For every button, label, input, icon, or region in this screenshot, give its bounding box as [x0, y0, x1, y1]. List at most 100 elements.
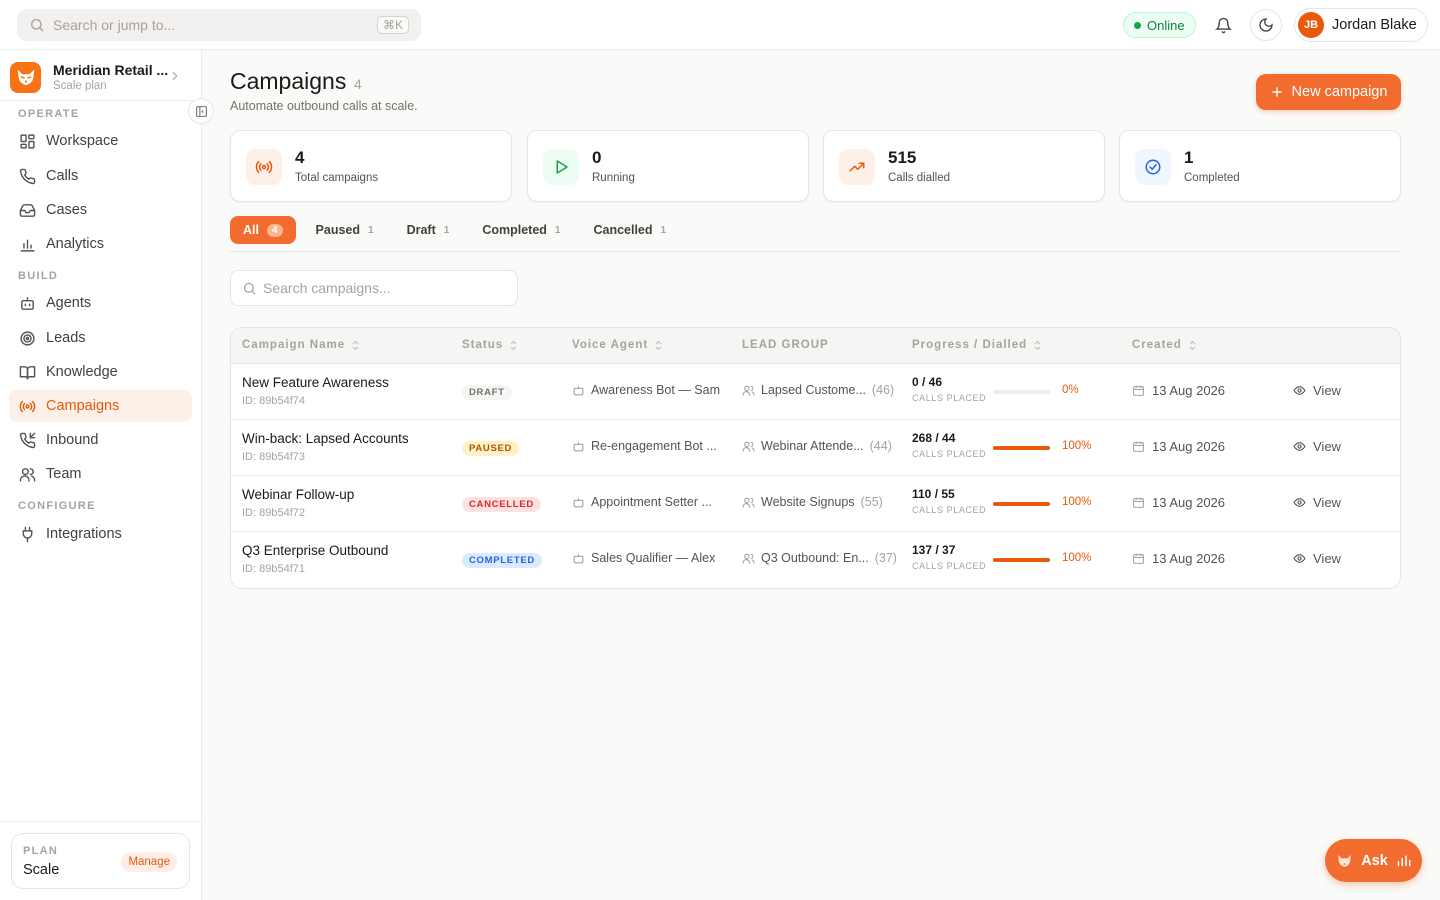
campaign-name[interactable]: Webinar Follow-up	[242, 487, 354, 502]
campaign-search-input[interactable]	[263, 280, 503, 296]
sidebar-item-label: Team	[46, 466, 82, 482]
trending-up-icon	[839, 149, 875, 185]
campaign-id: ID: 89b54f71	[242, 563, 305, 575]
table-row[interactable]: Win-back: Lapsed Accounts ID: 89b54f73 P…	[231, 420, 1400, 476]
shortcut-hint: ⌘K	[376, 16, 409, 34]
tab-label: Draft	[406, 223, 436, 237]
sort-icon	[654, 340, 663, 351]
stat-value: 1	[1184, 148, 1194, 167]
lead-group-label: Webinar Attende...	[761, 439, 864, 453]
campaign-search	[230, 270, 518, 306]
book-icon	[18, 363, 36, 381]
section-build: BUILD	[18, 270, 59, 282]
tab-draft[interactable]: Draft 1	[394, 216, 463, 244]
sidebar-item-label: Inbound	[46, 432, 99, 448]
column-header-agent[interactable]: Voice Agent	[572, 339, 663, 351]
sidebar-item-knowledge[interactable]: Knowledge	[9, 356, 192, 388]
sidebar-item-team[interactable]: Team	[9, 458, 192, 490]
theme-toggle-button[interactable]	[1250, 9, 1282, 41]
user-menu[interactable]: JB Jordan Blake	[1294, 8, 1428, 42]
eye-icon	[1293, 384, 1306, 397]
progress-cell: 110 / 55 CALLS PLACED	[912, 487, 986, 515]
sidebar-item-cases[interactable]: Cases	[9, 194, 192, 226]
view-label: View	[1313, 439, 1341, 454]
sidebar-item-inbound[interactable]: Inbound	[9, 424, 192, 456]
new-campaign-button[interactable]: New campaign	[1256, 74, 1401, 110]
sort-icon	[351, 340, 360, 351]
table-row[interactable]: New Feature Awareness ID: 89b54f74 DRAFT…	[231, 364, 1400, 420]
search-icon	[242, 281, 257, 296]
tab-cancelled[interactable]: Cancelled 1	[580, 216, 679, 244]
campaign-name[interactable]: Win-back: Lapsed Accounts	[242, 431, 409, 446]
grid-icon	[18, 132, 36, 150]
progress-bar	[993, 558, 1050, 562]
sidebar-item-campaigns[interactable]: Campaigns	[9, 390, 192, 422]
column-header-status[interactable]: Status	[462, 339, 518, 351]
view-button[interactable]: View	[1293, 495, 1341, 510]
sidebar-item-label: Analytics	[46, 236, 105, 252]
global-search[interactable]: Search or jump to... ⌘K	[17, 9, 421, 41]
tab-paused[interactable]: Paused 1	[303, 216, 387, 244]
status-dot	[1134, 21, 1141, 29]
inbox-icon	[18, 201, 36, 219]
tab-label: Cancelled	[593, 223, 653, 237]
fox-logo-icon	[1336, 852, 1353, 869]
bot-icon	[18, 294, 36, 312]
view-label: View	[1313, 551, 1341, 566]
sidebar-item-calls[interactable]: Calls	[9, 160, 192, 192]
campaign-id: ID: 89b54f74	[242, 395, 305, 407]
notifications-button[interactable]	[1207, 9, 1239, 41]
users-icon	[18, 465, 36, 483]
user-name: Jordan Blake	[1332, 17, 1417, 33]
collapse-sidebar-button[interactable]	[188, 98, 214, 124]
eye-icon	[1293, 440, 1306, 453]
page-title-count: 4	[354, 76, 362, 92]
progress-value: 0 / 46	[912, 375, 943, 389]
sidebar-item-analytics[interactable]: Analytics	[9, 228, 192, 260]
created-date-label: 13 Aug 2026	[1152, 383, 1226, 398]
top-bar: Search or jump to... ⌘K Online JB Jordan…	[0, 0, 1440, 50]
campaign-name[interactable]: New Feature Awareness	[242, 375, 389, 390]
broadcast-icon	[246, 149, 282, 185]
sidebar-item-label: Calls	[46, 168, 79, 184]
moon-icon	[1258, 17, 1274, 33]
table-header: Campaign Name Status Voice Agent LEAD GR…	[231, 328, 1400, 364]
calendar-icon	[1132, 440, 1145, 453]
org-switcher[interactable]: Meridian Retail ... Scale plan	[10, 59, 192, 95]
sidebar-item-workspace[interactable]: Workspace	[9, 125, 192, 157]
view-button[interactable]: View	[1293, 383, 1341, 398]
sidebar-item-integrations[interactable]: Integrations	[9, 518, 192, 550]
table-row[interactable]: Q3 Enterprise Outbound ID: 89b54f71 COMP…	[231, 532, 1400, 588]
phone-incoming-icon	[18, 431, 36, 449]
sidebar-item-agents[interactable]: Agents	[9, 287, 192, 319]
tab-all[interactable]: All 4	[230, 216, 296, 244]
manage-plan-button[interactable]: Manage	[121, 852, 177, 872]
divider	[230, 251, 1401, 252]
tab-completed[interactable]: Completed 1	[469, 216, 573, 244]
column-header-created[interactable]: Created	[1132, 339, 1197, 351]
created-date: 13 Aug 2026	[1132, 383, 1225, 398]
panel-left-icon	[195, 105, 208, 118]
column-header-name[interactable]: Campaign Name	[242, 339, 360, 351]
column-header-progress[interactable]: Progress / Dialled	[912, 339, 1042, 351]
voice-agent-label: Sales Qualifier — Alex	[591, 551, 716, 565]
column-header-label: Created	[1132, 339, 1182, 351]
progress-bar-fill	[993, 502, 1050, 506]
broadcast-icon	[18, 397, 36, 415]
progress-caption: CALLS PLACED	[912, 561, 987, 571]
progress-cell: 268 / 44 CALLS PLACED	[912, 431, 986, 459]
created-date-label: 13 Aug 2026	[1152, 439, 1226, 454]
view-button[interactable]: View	[1293, 439, 1341, 454]
ask-assistant-button[interactable]: Ask	[1325, 839, 1422, 882]
table-row[interactable]: Webinar Follow-up ID: 89b54f72 CANCELLED…	[231, 476, 1400, 532]
progress-caption: CALLS PLACED	[912, 505, 987, 515]
sidebar-item-leads[interactable]: Leads	[9, 322, 192, 354]
section-operate: OPERATE	[18, 108, 80, 120]
campaign-name[interactable]: Q3 Enterprise Outbound	[242, 543, 388, 558]
sidebar: Meridian Retail ... Scale plan OPERATE W…	[0, 50, 214, 900]
plus-icon	[1270, 85, 1284, 99]
global-search-placeholder: Search or jump to...	[53, 17, 176, 33]
view-button[interactable]: View	[1293, 551, 1341, 566]
page-subtitle: Automate outbound calls at scale.	[230, 99, 418, 113]
lead-group: Lapsed Custome... (46)	[742, 383, 894, 397]
